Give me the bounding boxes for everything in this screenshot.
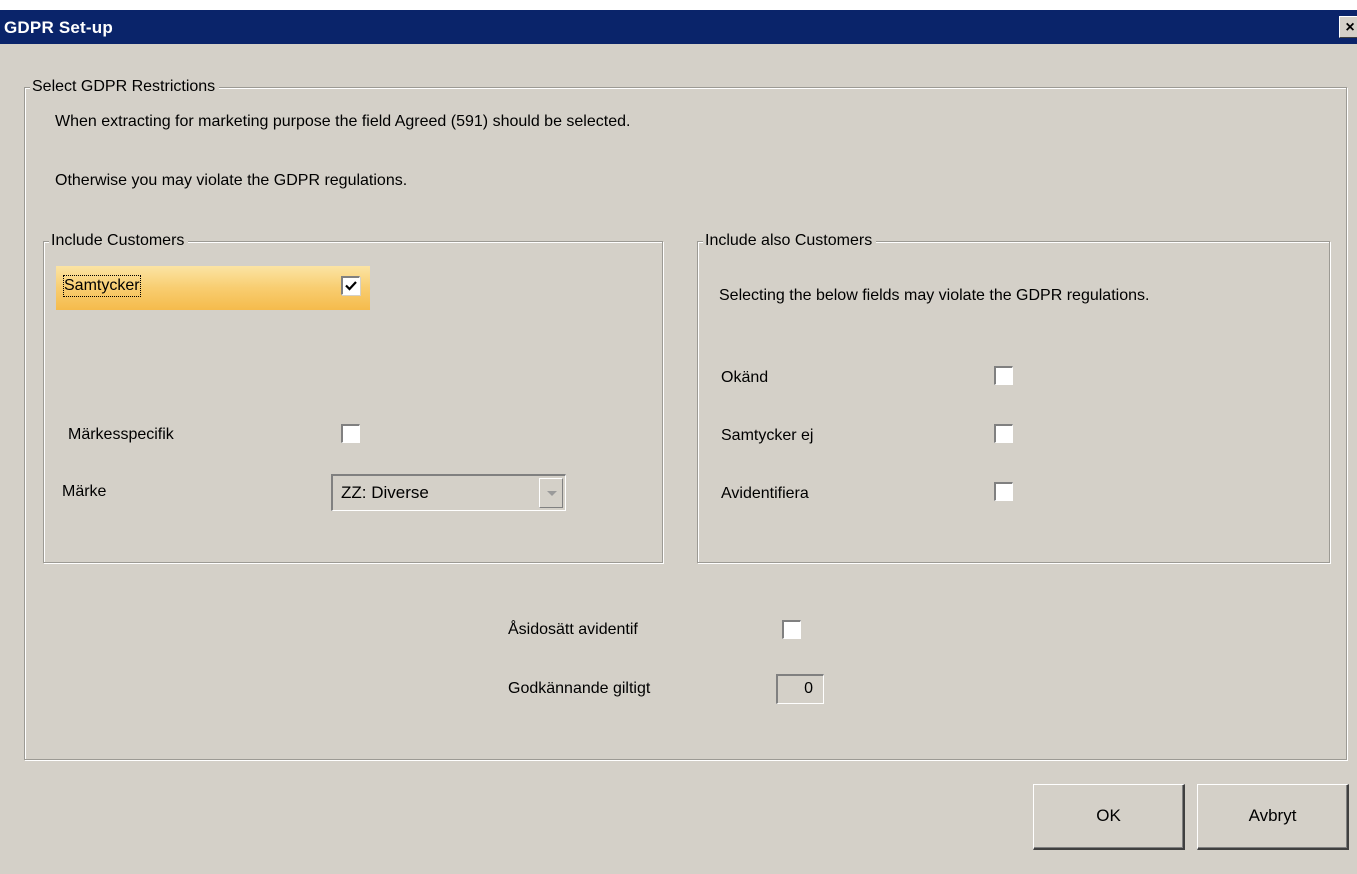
avidentifiera-checkbox[interactable] xyxy=(994,482,1013,501)
violation-info-text: Otherwise you may violate the GDPR regul… xyxy=(55,172,408,189)
godkannande-giltigt-label: Godkännande giltigt xyxy=(508,680,651,697)
ok-button[interactable]: OK xyxy=(1033,784,1185,850)
godkannande-giltigt-field[interactable]: 0 xyxy=(776,674,824,704)
asidosatt-avidentif-checkbox[interactable] xyxy=(782,620,801,639)
marke-dropdown[interactable]: ZZ: Diverse xyxy=(331,474,566,511)
okand-checkbox[interactable] xyxy=(994,366,1013,385)
samtycker-ej-label: Samtycker ej xyxy=(721,427,814,444)
title-bar: GDPR Set-up × xyxy=(0,10,1357,44)
asidosatt-avidentif-label: Åsidosätt avidentif xyxy=(508,621,638,638)
samtycker-label[interactable]: Samtycker xyxy=(63,275,141,297)
marketing-info-text: When extracting for marketing purpose th… xyxy=(55,113,631,130)
cancel-button[interactable]: Avbryt xyxy=(1197,784,1349,850)
window-title: GDPR Set-up xyxy=(4,18,113,37)
marke-label: Märke xyxy=(62,483,107,500)
dropdown-arrow-icon[interactable] xyxy=(539,478,563,508)
markesspecifik-label: Märkesspecifik xyxy=(68,426,174,443)
checkmark-icon xyxy=(345,281,357,291)
close-icon[interactable]: × xyxy=(1339,16,1357,38)
okand-label: Okänd xyxy=(721,369,769,386)
select-gdpr-restrictions-legend: Select GDPR Restrictions xyxy=(30,76,220,98)
samtycker-checkbox[interactable] xyxy=(341,276,360,295)
include-customers-legend: Include Customers xyxy=(49,230,189,252)
include-also-customers-legend: Include also Customers xyxy=(703,230,877,252)
violation-warning-text: Selecting the below fields may violate t… xyxy=(719,287,1150,304)
samtycker-ej-checkbox[interactable] xyxy=(994,424,1013,443)
markesspecifik-checkbox[interactable] xyxy=(341,424,360,443)
avidentifiera-label: Avidentifiera xyxy=(721,485,809,502)
marke-dropdown-value: ZZ: Diverse xyxy=(341,483,429,502)
top-margin xyxy=(0,0,1357,10)
gdpr-setup-dialog: GDPR Set-up × Select GDPR Restrictions W… xyxy=(0,0,1357,874)
